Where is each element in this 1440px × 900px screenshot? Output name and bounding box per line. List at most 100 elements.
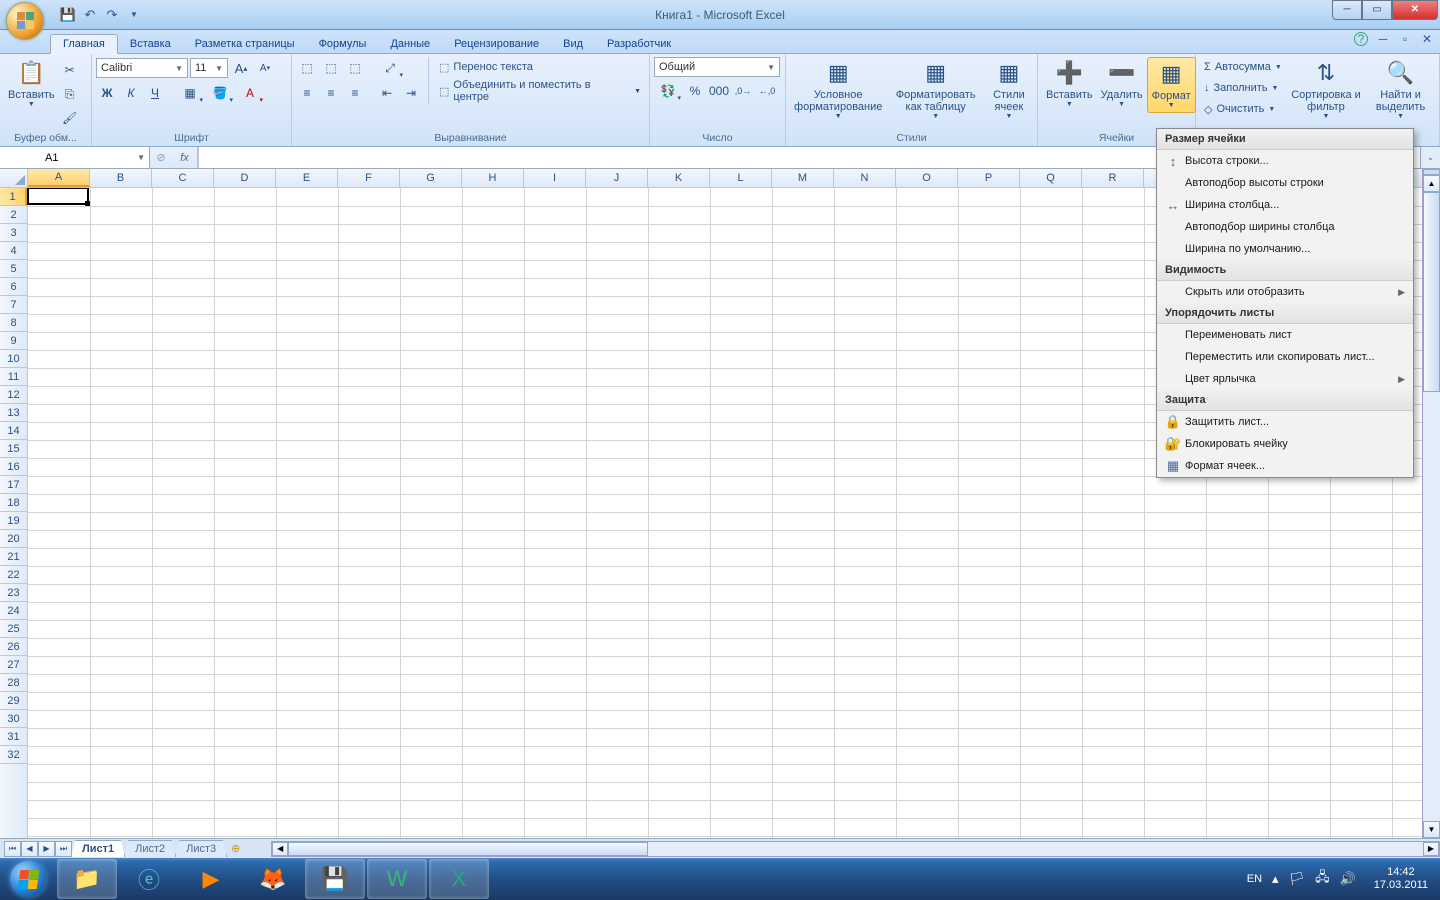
menu-protect-sheet[interactable]: 🔒Защитить лист... [1157, 411, 1413, 433]
grow-font-icon[interactable]: A▴ [230, 57, 252, 79]
help-icon[interactable]: ? [1354, 32, 1368, 46]
percent-icon[interactable]: % [684, 80, 706, 102]
formula-expand-icon[interactable]: ⌄ [1420, 147, 1440, 168]
row-header-9[interactable]: 9 [0, 332, 27, 350]
start-button[interactable] [0, 858, 56, 900]
lang-indicator[interactable]: EN [1247, 873, 1262, 885]
col-header-D[interactable]: D [214, 169, 276, 187]
italic-icon[interactable]: К [120, 82, 142, 104]
first-sheet-icon[interactable]: ⏮ [4, 841, 21, 857]
insert-cells-button[interactable]: ➕Вставить▼ [1042, 57, 1097, 113]
font-color-icon[interactable]: A [236, 82, 264, 104]
taskbar-word[interactable]: W [367, 859, 427, 899]
number-format-combo[interactable]: Общий▼ [654, 57, 780, 77]
doc-minimize-icon[interactable]: ─ [1376, 32, 1390, 46]
accounting-format-icon[interactable]: 💱 [654, 80, 682, 102]
fx-cancel-icon[interactable]: ⊘ [150, 147, 172, 168]
row-header-1[interactable]: 1 [0, 188, 27, 206]
align-center-icon[interactable]: ≡ [320, 82, 342, 104]
fx-icon[interactable]: fx [172, 147, 198, 168]
scroll-thumb-h[interactable] [288, 842, 648, 856]
prev-sheet-icon[interactable]: ◀ [21, 841, 38, 857]
clear-button[interactable]: ◇Очистить▼ [1200, 99, 1286, 119]
col-header-P[interactable]: P [958, 169, 1020, 187]
row-header-25[interactable]: 25 [0, 620, 27, 638]
horizontal-scrollbar[interactable]: ◀ ▶ [271, 841, 1440, 857]
col-header-R[interactable]: R [1082, 169, 1144, 187]
fill-color-icon[interactable]: 🪣 [206, 82, 234, 104]
name-box[interactable]: A1▼ [0, 147, 150, 168]
scroll-left-icon[interactable]: ◀ [272, 842, 288, 856]
row-header-27[interactable]: 27 [0, 656, 27, 674]
tab-data[interactable]: Данные [378, 35, 442, 53]
row-header-8[interactable]: 8 [0, 314, 27, 332]
align-middle-icon[interactable]: ⬚ [320, 57, 342, 79]
menu-autofit-col[interactable]: Автоподбор ширины столбца [1157, 216, 1413, 238]
sort-filter-button[interactable]: ⇅Сортировка и фильтр▼ [1286, 57, 1366, 123]
row-header-26[interactable]: 26 [0, 638, 27, 656]
row-header-7[interactable]: 7 [0, 296, 27, 314]
doc-close-icon[interactable]: ✕ [1420, 32, 1434, 46]
clock[interactable]: 14:42 17.03.2011 [1374, 866, 1428, 892]
row-header-31[interactable]: 31 [0, 728, 27, 746]
col-header-I[interactable]: I [524, 169, 586, 187]
col-header-M[interactable]: M [772, 169, 834, 187]
orientation-icon[interactable]: ⤢ [376, 57, 404, 79]
col-header-F[interactable]: F [338, 169, 400, 187]
menu-hide-unhide[interactable]: Скрыть или отобразить▶ [1157, 281, 1413, 303]
redo-icon[interactable]: ↷ [104, 7, 120, 23]
row-header-10[interactable]: 10 [0, 350, 27, 368]
row-header-22[interactable]: 22 [0, 566, 27, 584]
sheet-tab-1[interactable]: Лист1 [71, 840, 125, 857]
tab-developer[interactable]: Разработчик [595, 35, 683, 53]
copy-icon[interactable]: ⎘ [59, 83, 81, 105]
menu-format-cells[interactable]: ▦Формат ячеек... [1157, 455, 1413, 477]
menu-rename-sheet[interactable]: Переименовать лист [1157, 324, 1413, 346]
format-cells-button[interactable]: ▦Формат▼ [1147, 57, 1196, 113]
active-cell[interactable] [27, 188, 89, 205]
last-sheet-icon[interactable]: ⏭ [55, 841, 72, 857]
menu-autofit-row[interactable]: Автоподбор высоты строки [1157, 172, 1413, 194]
find-select-button[interactable]: 🔍Найти и выделить▼ [1366, 57, 1435, 123]
col-header-K[interactable]: K [648, 169, 710, 187]
autosum-button[interactable]: ΣАвтосумма▼ [1200, 57, 1286, 77]
borders-icon[interactable]: ▦ [176, 82, 204, 104]
format-painter-icon[interactable]: 🖌 [59, 107, 81, 129]
row-header-20[interactable]: 20 [0, 530, 27, 548]
row-header-15[interactable]: 15 [0, 440, 27, 458]
next-sheet-icon[interactable]: ▶ [38, 841, 55, 857]
fill-button[interactable]: ↓Заполнить▼ [1200, 78, 1286, 98]
shrink-font-icon[interactable]: A▾ [254, 57, 276, 79]
undo-icon[interactable]: ↶ [82, 7, 98, 23]
vertical-scrollbar[interactable]: ▲ ▼ [1422, 169, 1440, 838]
row-header-21[interactable]: 21 [0, 548, 27, 566]
underline-icon[interactable]: Ч [144, 82, 166, 104]
row-header-4[interactable]: 4 [0, 242, 27, 260]
row-header-23[interactable]: 23 [0, 584, 27, 602]
tray-arrow-icon[interactable]: ▴ [1272, 871, 1279, 887]
close-button[interactable]: ✕ [1392, 0, 1438, 20]
font-name-combo[interactable]: Calibri▼ [96, 58, 188, 78]
sheet-tab-2[interactable]: Лист2 [124, 840, 176, 857]
row-header-29[interactable]: 29 [0, 692, 27, 710]
doc-restore-icon[interactable]: ▫ [1398, 32, 1412, 46]
scroll-up-icon[interactable]: ▲ [1423, 175, 1440, 192]
format-as-table-button[interactable]: ▦Форматировать как таблицу▼ [886, 57, 984, 123]
row-header-14[interactable]: 14 [0, 422, 27, 440]
menu-row-height[interactable]: ↕Высота строки... [1157, 150, 1413, 172]
increase-indent-icon[interactable]: ⇥ [400, 82, 422, 104]
scroll-thumb[interactable] [1423, 192, 1440, 392]
row-header-6[interactable]: 6 [0, 278, 27, 296]
decrease-indent-icon[interactable]: ⇤ [376, 82, 398, 104]
delete-cells-button[interactable]: ➖Удалить▼ [1097, 57, 1147, 113]
tab-page-layout[interactable]: Разметка страницы [183, 35, 307, 53]
office-button[interactable] [6, 2, 44, 40]
row-header-17[interactable]: 17 [0, 476, 27, 494]
menu-col-width[interactable]: ↔Ширина столбца... [1157, 194, 1413, 216]
taskbar-firefox[interactable]: 🦊 [243, 859, 303, 899]
tab-insert[interactable]: Вставка [118, 35, 183, 53]
menu-default-width[interactable]: Ширина по умолчанию... [1157, 238, 1413, 260]
wrap-text-button[interactable]: ⬚Перенос текста [435, 57, 645, 77]
row-header-2[interactable]: 2 [0, 206, 27, 224]
flag-icon[interactable]: 🏳 [1289, 871, 1306, 887]
